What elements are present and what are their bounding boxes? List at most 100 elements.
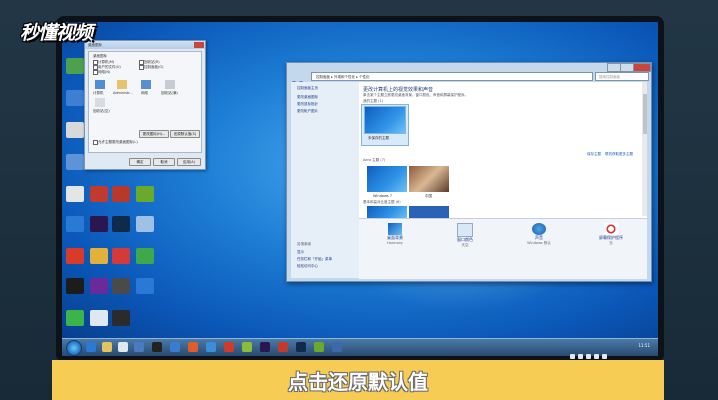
caption-bar: 点击还原默认值 [52, 360, 664, 400]
taskbar-icon[interactable] [188, 342, 198, 352]
change-account-picture-link[interactable]: 更改帐户图片 [297, 109, 318, 114]
system-tray[interactable] [570, 344, 630, 359]
desktop-icon[interactable] [66, 154, 84, 170]
icon-label: Administr... [113, 91, 133, 95]
taskbar-link[interactable]: 任务栏和「开始」菜单 [297, 257, 332, 262]
photoshop-taskbar-icon[interactable] [296, 342, 306, 352]
desktop-icon[interactable] [90, 278, 108, 294]
cancel-button[interactable]: 取消 [153, 158, 175, 166]
screensaver-item[interactable]: 屏幕保护程序 无 [581, 223, 641, 246]
desktop-icon[interactable] [136, 248, 154, 264]
taskbar-icon[interactable] [314, 342, 324, 352]
minimize-button[interactable] [607, 63, 621, 72]
desktop-icon[interactable] [90, 186, 108, 202]
change-mouse-pointer-link[interactable]: 更改鼠标指针 [297, 102, 318, 107]
change-desktop-icons-link[interactable]: 更改桌面图标 [297, 95, 318, 100]
basic-theme-tile[interactable] [409, 206, 449, 218]
network-tray-icon[interactable] [602, 354, 607, 359]
taskbar-clock[interactable]: 11:51 [638, 343, 650, 348]
search-input[interactable]: 搜索控制面板 [595, 72, 649, 81]
scrollbar-thumb[interactable] [642, 94, 647, 134]
address-bar[interactable]: 控制面板 ▸ 外观和个性化 ▸ 个性化 [311, 72, 593, 81]
close-button[interactable] [633, 63, 651, 72]
user-folder-icon[interactable] [117, 80, 127, 89]
wechat-icon[interactable] [66, 310, 84, 326]
premiere-taskbar-icon[interactable] [260, 342, 270, 352]
apply-button[interactable]: 应用(A) [177, 158, 201, 166]
recycle-bin-empty-icon[interactable] [95, 98, 105, 107]
taskbar-icon[interactable] [278, 342, 288, 352]
page-heading: 更改计算机上的视觉效果和声音 [363, 87, 434, 93]
theme-label: 中国 [425, 194, 432, 198]
watermark-logo: 秒懂视频 [20, 18, 93, 45]
volume-icon[interactable] [594, 354, 599, 359]
save-theme-link[interactable]: 保存主题 [587, 152, 601, 157]
themes-scrollbar[interactable] [642, 82, 647, 216]
dialog-close-button[interactable] [194, 42, 204, 48]
tray-icon[interactable] [578, 354, 583, 359]
taskbar-icon[interactable] [242, 342, 252, 352]
window-color-icon [457, 223, 473, 237]
taskbar-icon[interactable] [134, 342, 144, 352]
unsaved-theme-tile[interactable]: 未保存的主题 [361, 104, 409, 146]
taskbar-icon[interactable] [152, 342, 162, 352]
desktop-icon[interactable] [66, 248, 84, 264]
desktop-icon[interactable] [66, 122, 84, 138]
search-placeholder: 搜索控制面板 [599, 74, 620, 79]
sounds-item[interactable]: 声音 Windows 默认 [509, 223, 569, 246]
item-value: 天空 [461, 243, 469, 247]
taskbar-icon[interactable] [206, 342, 216, 352]
network-icon[interactable] [141, 80, 151, 89]
recycle-bin-full-icon[interactable] [165, 80, 175, 89]
desktop-icon[interactable] [112, 248, 130, 264]
icon-label: 计算机 [93, 91, 104, 95]
desktop-icon[interactable] [136, 216, 154, 232]
desktop-icon[interactable] [90, 248, 108, 264]
ie-icon[interactable] [66, 216, 84, 232]
control-panel-home-link[interactable]: 控制面板主页 [297, 86, 318, 91]
desktop-icon[interactable] [66, 90, 84, 106]
tray-icon[interactable] [586, 354, 591, 359]
display-link[interactable]: 显示 [297, 250, 304, 255]
taskbar-icon[interactable] [118, 342, 128, 352]
desktop-icon[interactable] [112, 278, 130, 294]
computer-icon[interactable] [95, 80, 105, 89]
restore-default-button[interactable]: 还原默认值(S) [170, 130, 200, 138]
desktop-icon[interactable] [112, 310, 130, 326]
start-button[interactable] [66, 340, 82, 356]
theme-windows7-tile[interactable] [367, 166, 407, 192]
online-themes-link[interactable]: 联机获取更多主题 [605, 152, 633, 157]
watermark-text: 秒懂视频 [20, 22, 93, 44]
taskbar-icon[interactable] [224, 342, 234, 352]
desktop-background-item[interactable]: 桌面背景 Harmony [365, 223, 425, 245]
basic-theme-tile[interactable] [367, 206, 407, 218]
premiere-icon[interactable] [90, 216, 108, 232]
change-icon-button[interactable]: 更改图标(H)... [139, 130, 169, 138]
desktop-screen: 桌面图标 桌面图标 计算机(M) 回收站(R) 用户的文件(U) 控制面板(O)… [62, 22, 658, 338]
desktop-icon[interactable] [136, 186, 154, 202]
nav-buttons[interactable] [291, 72, 307, 87]
explorer-taskbar-icon[interactable] [102, 342, 112, 352]
theme-china-tile[interactable] [409, 166, 449, 192]
tray-icon[interactable] [570, 354, 575, 359]
desktop-icon[interactable] [136, 278, 154, 294]
maximize-button[interactable] [620, 63, 634, 72]
ie-taskbar-icon[interactable] [86, 342, 96, 352]
personalization-taskbar-icon[interactable] [332, 342, 342, 352]
photoshop-icon[interactable] [112, 216, 130, 232]
window-color-item[interactable]: 窗口颜色 天空 [435, 223, 495, 248]
personalization-window: 控制面板 ▸ 外观和个性化 ▸ 个性化 搜索控制面板 控制面板主页 更改桌面图标… [286, 62, 652, 282]
taskbar-icon[interactable] [170, 342, 180, 352]
ok-button[interactable]: 确定 [129, 158, 151, 166]
item-value: Harmony [387, 241, 403, 245]
page-subheading: 单击某个主题立即更改桌面背景、窗口颜色、声音和屏幕保护程序。 [363, 93, 468, 97]
desktop-icon[interactable] [90, 310, 108, 326]
ease-of-access-link[interactable]: 轻松访问中心 [297, 264, 318, 269]
icon-label: 回收站(满) [161, 91, 178, 95]
qq-icon[interactable] [66, 278, 84, 294]
desktop-icon[interactable] [112, 186, 130, 202]
sound-icon [532, 223, 546, 235]
item-value: Windows 默认 [527, 241, 551, 245]
desktop-icon[interactable] [66, 58, 84, 74]
recycle-bin-icon[interactable] [66, 186, 84, 202]
